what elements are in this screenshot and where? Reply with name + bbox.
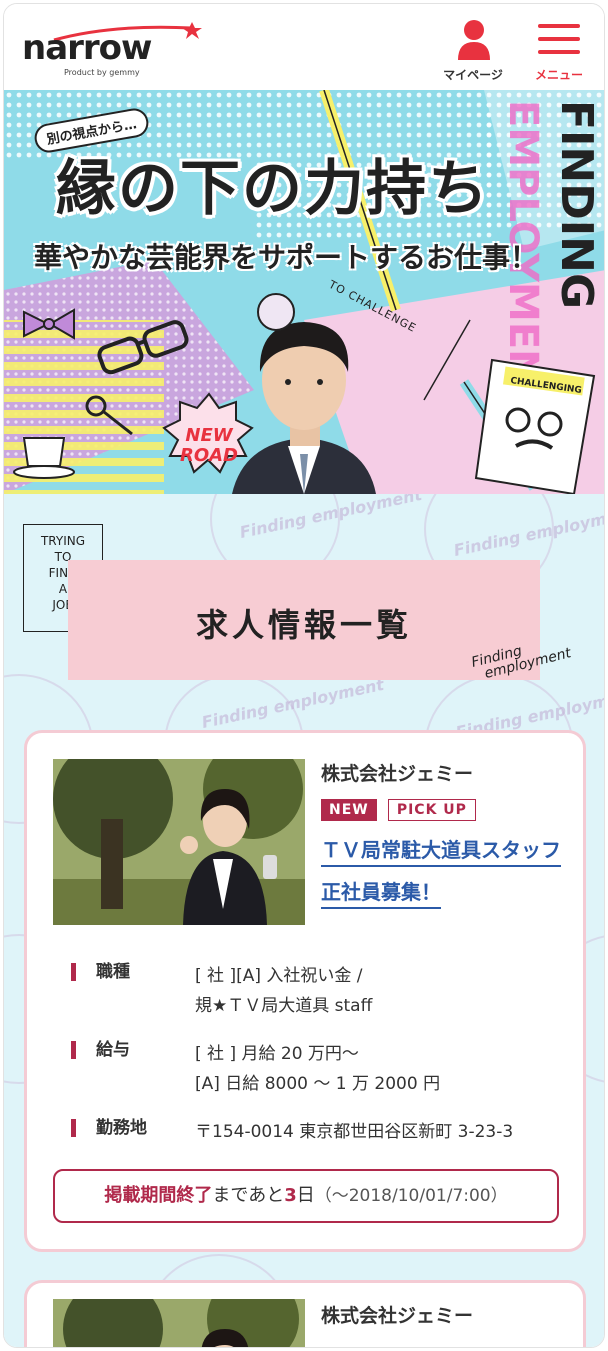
new-road-badge: NEW ROAD — [174, 426, 244, 466]
info-label: 職種 — [71, 963, 130, 981]
job-photo-image — [53, 1299, 305, 1347]
logo-sub: Product by gemmy — [64, 68, 140, 77]
new-badge: NEW — [321, 799, 377, 821]
logo[interactable]: narrow Product by gemmy — [22, 20, 202, 80]
job-title-line1[interactable]: ＴＶ局常駐大道具スタッフ — [321, 838, 561, 867]
deadline-date: （〜2018/10/01/7:00） — [314, 1186, 508, 1206]
mypage-button[interactable]: マイページ — [436, 18, 510, 84]
logo-text: narrow — [22, 28, 152, 68]
mypage-label: マイページ — [443, 68, 503, 82]
info-label: 勤務地 — [71, 1119, 147, 1137]
info-value-line: [ 社 ][A] 入社祝い金 / — [195, 966, 363, 986]
info-value: [ 社 ][A] 入社祝い金 / 規★ＴＶ局大道具 staff — [195, 961, 575, 1021]
job-card[interactable]: 株式会社ジェミー NEW PICK UP ＴＶ局常駐大道具スタッフ 正社員募集！… — [24, 730, 586, 1252]
info-value-line: 規★ＴＶ局大道具 staff — [195, 996, 373, 1016]
hero-title: 縁の下の力持ち — [56, 154, 490, 224]
hero-banner[interactable]: FINDING EMPLOYMENT 別の視点から… 縁の下の力持ち 華やかな芸… — [4, 90, 604, 494]
new-road-line2: ROAD — [179, 445, 239, 466]
job-title-link[interactable]: ＴＶ局常駐大道具スタッフ 正社員募集！ — [321, 829, 581, 913]
deadline-days: 3 — [284, 1185, 297, 1206]
deadline-unit: 日 — [296, 1185, 315, 1206]
try-line: TRYING — [40, 534, 86, 548]
job-card[interactable]: 株式会社ジェミー — [24, 1280, 586, 1347]
job-title-line2[interactable]: 正社員募集！ — [321, 880, 441, 909]
new-road-line1: NEW — [185, 425, 233, 446]
info-value: 〒154-0014 東京都世田谷区新町 3-23-3 — [195, 1122, 514, 1142]
deadline-middle: まであと — [212, 1185, 285, 1206]
company-name: 株式会社ジェミー — [321, 763, 474, 785]
job-list-section: Finding employment Finding employment Fi… — [4, 494, 604, 1347]
section-title: 求人情報一覧 — [195, 606, 412, 644]
menu-label: メニュー — [534, 68, 583, 82]
menu-button[interactable]: メニュー — [528, 18, 590, 84]
info-value-line: [A] 日給 8000 〜 1 万 2000 円 — [195, 1074, 441, 1094]
info-label: 給与 — [71, 1041, 130, 1059]
job-photo-image — [53, 759, 305, 925]
job-photo[interactable] — [53, 759, 305, 925]
job-badges: NEW PICK UP — [321, 799, 476, 821]
deadline-box: 掲載期間終了まであと3日（〜2018/10/01/7:00） — [53, 1169, 559, 1223]
site-header: narrow Product by gemmy マイページ メニュー — [4, 4, 604, 90]
section-heading: 求人情報一覧 — [68, 560, 540, 680]
page-frame: narrow Product by gemmy マイページ メニュー FINDI… — [3, 3, 605, 1348]
hero-subtitle: 華やかな芸能界をサポートするお仕事！ — [34, 241, 539, 274]
job-photo[interactable] — [53, 1299, 305, 1347]
company-name: 株式会社ジェミー — [321, 1305, 474, 1327]
info-value-line: [ 社 ] 月給 20 万円〜 — [195, 1044, 359, 1064]
deadline-prefix: 掲載期間終了 — [104, 1185, 213, 1206]
pickup-badge: PICK UP — [387, 799, 476, 821]
hamburger-icon — [538, 24, 580, 63]
info-value: [ 社 ] 月給 20 万円〜 [A] 日給 8000 〜 1 万 2000 円 — [195, 1039, 575, 1099]
user-icon — [458, 20, 490, 60]
